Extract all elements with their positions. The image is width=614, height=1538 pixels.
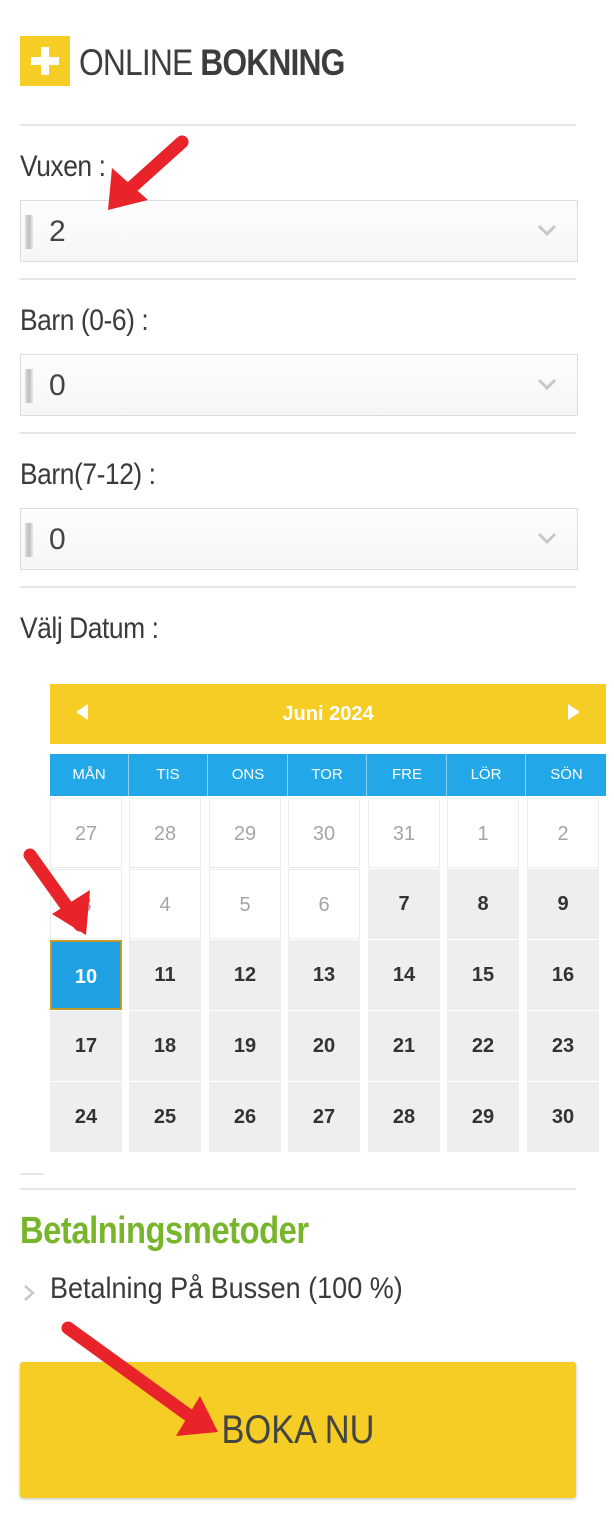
- weekday-ons: ONS: [209, 754, 288, 796]
- calendar-day[interactable]: 25: [129, 1082, 201, 1152]
- annotation-arrow: [115, 135, 189, 203]
- calendar-header: Juni 2024: [50, 684, 606, 744]
- kids-0-6-value: 0: [49, 369, 66, 402]
- calendar-day[interactable]: 26: [209, 1082, 281, 1152]
- select-grip: [25, 523, 33, 557]
- calendar-day-disabled: 28: [129, 798, 201, 868]
- calendar-day-disabled: 2: [527, 798, 599, 868]
- weekday-row: MÅN TIS ONS TOR FRE LÖR SÖN: [50, 754, 606, 796]
- calendar-month: Juni 2024: [282, 703, 374, 725]
- arrow-right-icon: [568, 704, 580, 720]
- weekday-fre: FRE: [368, 754, 447, 796]
- title-light: ONLINE: [79, 42, 193, 83]
- weekday-lör: LÖR: [447, 754, 526, 796]
- kids-7-12-label: Barn(7-12) :: [20, 458, 156, 491]
- divider: [20, 1188, 576, 1190]
- divider: [20, 432, 576, 434]
- calendar-day[interactable]: 23: [527, 1011, 599, 1081]
- calendar-day[interactable]: 19: [209, 1011, 281, 1081]
- calendar-day[interactable]: 13: [288, 940, 360, 1010]
- plus-icon: [20, 36, 70, 86]
- select-grip: [25, 369, 33, 403]
- calendar-day[interactable]: 24: [50, 1082, 122, 1152]
- divider: [20, 586, 576, 588]
- calendar-day-disabled: 27: [50, 798, 122, 868]
- calendar-day-disabled: 4: [129, 869, 201, 939]
- title-bold: BOKNING: [200, 42, 345, 83]
- calendar-day[interactable]: 27: [288, 1082, 360, 1152]
- chevron-down-icon: [537, 532, 557, 545]
- chevron-down-icon: [537, 224, 557, 237]
- divider: [20, 1173, 44, 1175]
- calendar-day-disabled: 31: [368, 798, 440, 868]
- divider: [20, 278, 576, 280]
- chevron-down-icon: [537, 378, 557, 391]
- page-title: ONLINE BOKNING: [79, 40, 345, 86]
- chevron-right-icon: [24, 1285, 35, 1301]
- calendar-day-disabled: 1: [447, 798, 519, 868]
- calendar-day[interactable]: 12: [209, 940, 281, 1010]
- book-now-button[interactable]: BOKA NU: [20, 1362, 576, 1498]
- calendar-day[interactable]: 20: [288, 1011, 360, 1081]
- calendar-day-disabled: 29: [209, 798, 281, 868]
- calendar-day[interactable]: 9: [527, 869, 599, 939]
- calendar-day-disabled: 30: [288, 798, 360, 868]
- calendar-day-disabled: 6: [288, 869, 360, 939]
- payment-method[interactable]: Betalning På Bussen (100 %): [50, 1272, 403, 1306]
- calendar-day[interactable]: 28: [368, 1082, 440, 1152]
- calendar-day[interactable]: 29: [447, 1082, 519, 1152]
- adults-value: 2: [49, 215, 66, 248]
- kids-0-6-select[interactable]: 0: [20, 354, 578, 416]
- calendar-day[interactable]: 30: [527, 1082, 599, 1152]
- calendar-day[interactable]: 15: [447, 940, 519, 1010]
- book-now-label: BOKA NU: [221, 1408, 375, 1452]
- calendar-day-disabled: 5: [209, 869, 281, 939]
- calendar-day[interactable]: 21: [368, 1011, 440, 1081]
- select-grip: [25, 215, 33, 249]
- kids-0-6-label: Barn (0-6) :: [20, 304, 149, 337]
- calendar-day-disabled: 3: [50, 869, 122, 939]
- divider: [20, 124, 576, 126]
- calendar-day[interactable]: 14: [368, 940, 440, 1010]
- date-label: Välj Datum :: [20, 612, 159, 645]
- calendar-day-selected[interactable]: 10: [50, 940, 122, 1010]
- calendar-day[interactable]: 7: [368, 869, 440, 939]
- calendar-day[interactable]: 16: [527, 940, 599, 1010]
- calendar-day[interactable]: 22: [447, 1011, 519, 1081]
- calendar-day[interactable]: 8: [447, 869, 519, 939]
- weekday-tis: TIS: [129, 754, 208, 796]
- next-month-button[interactable]: [568, 704, 580, 720]
- kids-7-12-value: 0: [49, 523, 66, 556]
- weekday-mån: MÅN: [50, 754, 129, 796]
- weekday-sön: SÖN: [550, 766, 583, 783]
- payment-title: Betalningsmetoder: [20, 1210, 309, 1252]
- calendar-day[interactable]: 18: [129, 1011, 201, 1081]
- calendar-day[interactable]: 17: [50, 1011, 122, 1081]
- calendar-day[interactable]: 11: [129, 940, 201, 1010]
- weekday-tor: TOR: [288, 754, 367, 796]
- adults-select[interactable]: 2: [20, 200, 578, 262]
- adults-label: Vuxen :: [20, 150, 106, 183]
- kids-7-12-select[interactable]: 0: [20, 508, 578, 570]
